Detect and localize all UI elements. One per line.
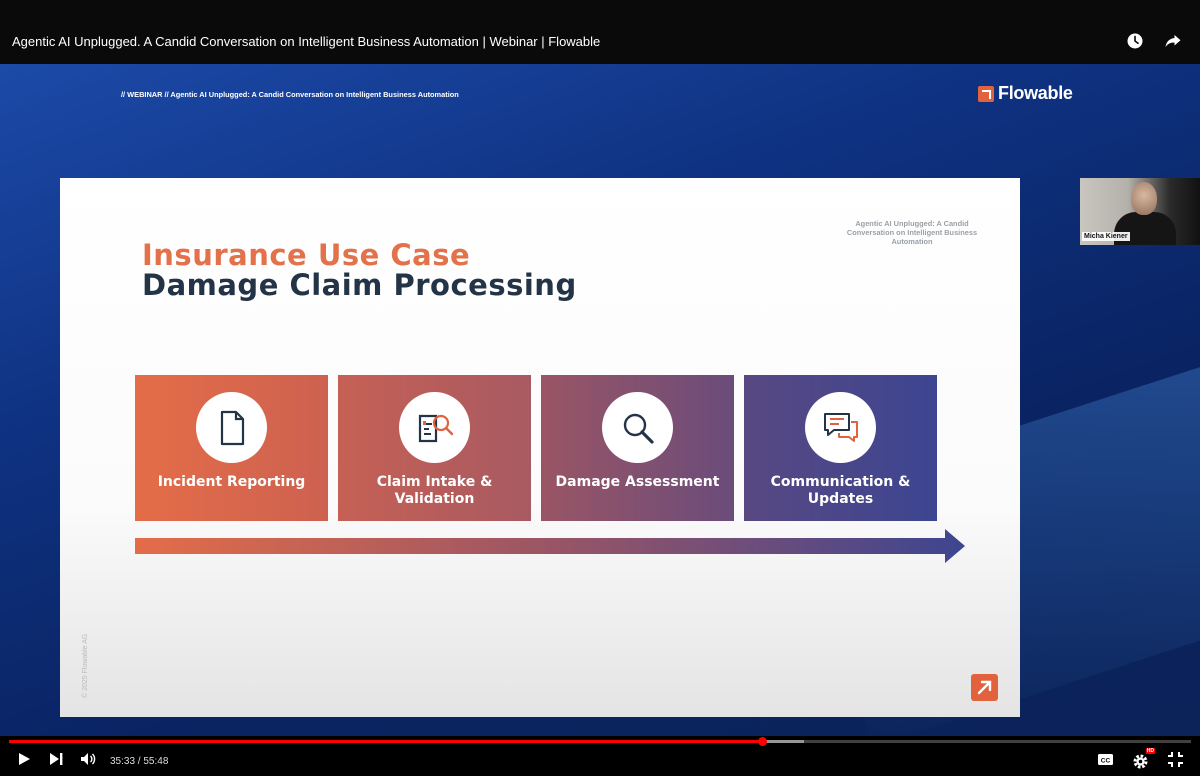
- controls-left: 35:33 / 55:48: [16, 751, 168, 771]
- flowable-corner-logo-icon: [971, 674, 998, 701]
- step-claim-intake: Claim Intake & Validation: [338, 375, 531, 521]
- play-button[interactable]: [16, 751, 32, 771]
- process-steps: Incident Reporting Claim Intake & Valida…: [135, 375, 937, 521]
- brand-logo: Flowable: [978, 83, 1073, 104]
- speaker-head: [1131, 182, 1157, 215]
- brand-name: Flowable: [998, 83, 1073, 103]
- presentation-slide: Agentic AI Unplugged: A Candid Conversat…: [60, 178, 1020, 717]
- document-icon: [220, 410, 244, 445]
- top-actions: [1126, 32, 1182, 54]
- progress-scrubber[interactable]: [757, 737, 767, 746]
- step-label: Damage Assessment: [555, 474, 720, 490]
- video-title[interactable]: Agentic AI Unplugged. A Candid Conversat…: [12, 34, 600, 49]
- step-label: Incident Reporting: [157, 474, 306, 490]
- progress-played: [9, 740, 762, 743]
- volume-icon: [81, 753, 96, 765]
- svg-text:CC: CC: [1101, 758, 1111, 765]
- step-label: Claim Intake & Validation: [376, 474, 493, 507]
- exit-fullscreen-button[interactable]: [1167, 751, 1184, 772]
- step-incident-reporting: Incident Reporting: [135, 375, 328, 521]
- slide-title-line2: Damage Claim Processing: [142, 268, 577, 302]
- webinar-header-text: // WEBINAR // Agentic AI Unplugged: A Ca…: [121, 90, 459, 99]
- progress-bar[interactable]: [9, 737, 1191, 746]
- time-display: 35:33 / 55:48: [110, 755, 169, 767]
- chat-bubbles-icon: [823, 412, 858, 442]
- flowable-logo-icon: [978, 85, 994, 102]
- next-icon: [50, 753, 63, 765]
- next-button[interactable]: [48, 751, 64, 771]
- share-icon[interactable]: [1164, 32, 1182, 54]
- process-flow-arrow: [135, 529, 965, 563]
- slide-tag: Agentic AI Unplugged: A Candid Conversat…: [846, 219, 978, 246]
- slide-title-line1: Insurance Use Case: [142, 238, 471, 272]
- video-frame[interactable]: // WEBINAR // Agentic AI Unplugged: A Ca…: [0, 64, 1200, 736]
- magnifier-icon: [623, 413, 654, 444]
- speaker-name: Micha Kiener: [1082, 232, 1130, 241]
- hd-badge: HD: [1145, 748, 1155, 754]
- speaker-webcam: Micha Kiener: [1080, 178, 1200, 245]
- player-controls: 35:33 / 55:48 CC HD: [0, 736, 1200, 776]
- slide-copyright: © 2025 Flowable AG: [82, 633, 89, 698]
- volume-button[interactable]: [80, 751, 96, 771]
- settings-icon: [1133, 754, 1148, 769]
- controls-right: CC HD: [1097, 748, 1184, 772]
- step-communication: Communication & Updates: [744, 375, 937, 521]
- step-icon-circle: [805, 392, 876, 463]
- play-icon: [19, 753, 30, 765]
- captions-icon: CC: [1098, 754, 1113, 765]
- step-icon-circle: [602, 392, 673, 463]
- settings-button[interactable]: HD: [1132, 748, 1155, 770]
- step-damage-assessment: Damage Assessment: [541, 375, 734, 521]
- step-icon-circle: [399, 392, 470, 463]
- watch-later-icon[interactable]: [1126, 32, 1144, 54]
- captions-button[interactable]: CC: [1097, 751, 1114, 772]
- step-label: Communication & Updates: [770, 474, 911, 507]
- step-icon-circle: [196, 392, 267, 463]
- top-bar: Agentic AI Unplugged. A Candid Conversat…: [0, 0, 1200, 64]
- exit-fullscreen-icon: [1168, 752, 1183, 767]
- document-search-icon: [418, 414, 453, 442]
